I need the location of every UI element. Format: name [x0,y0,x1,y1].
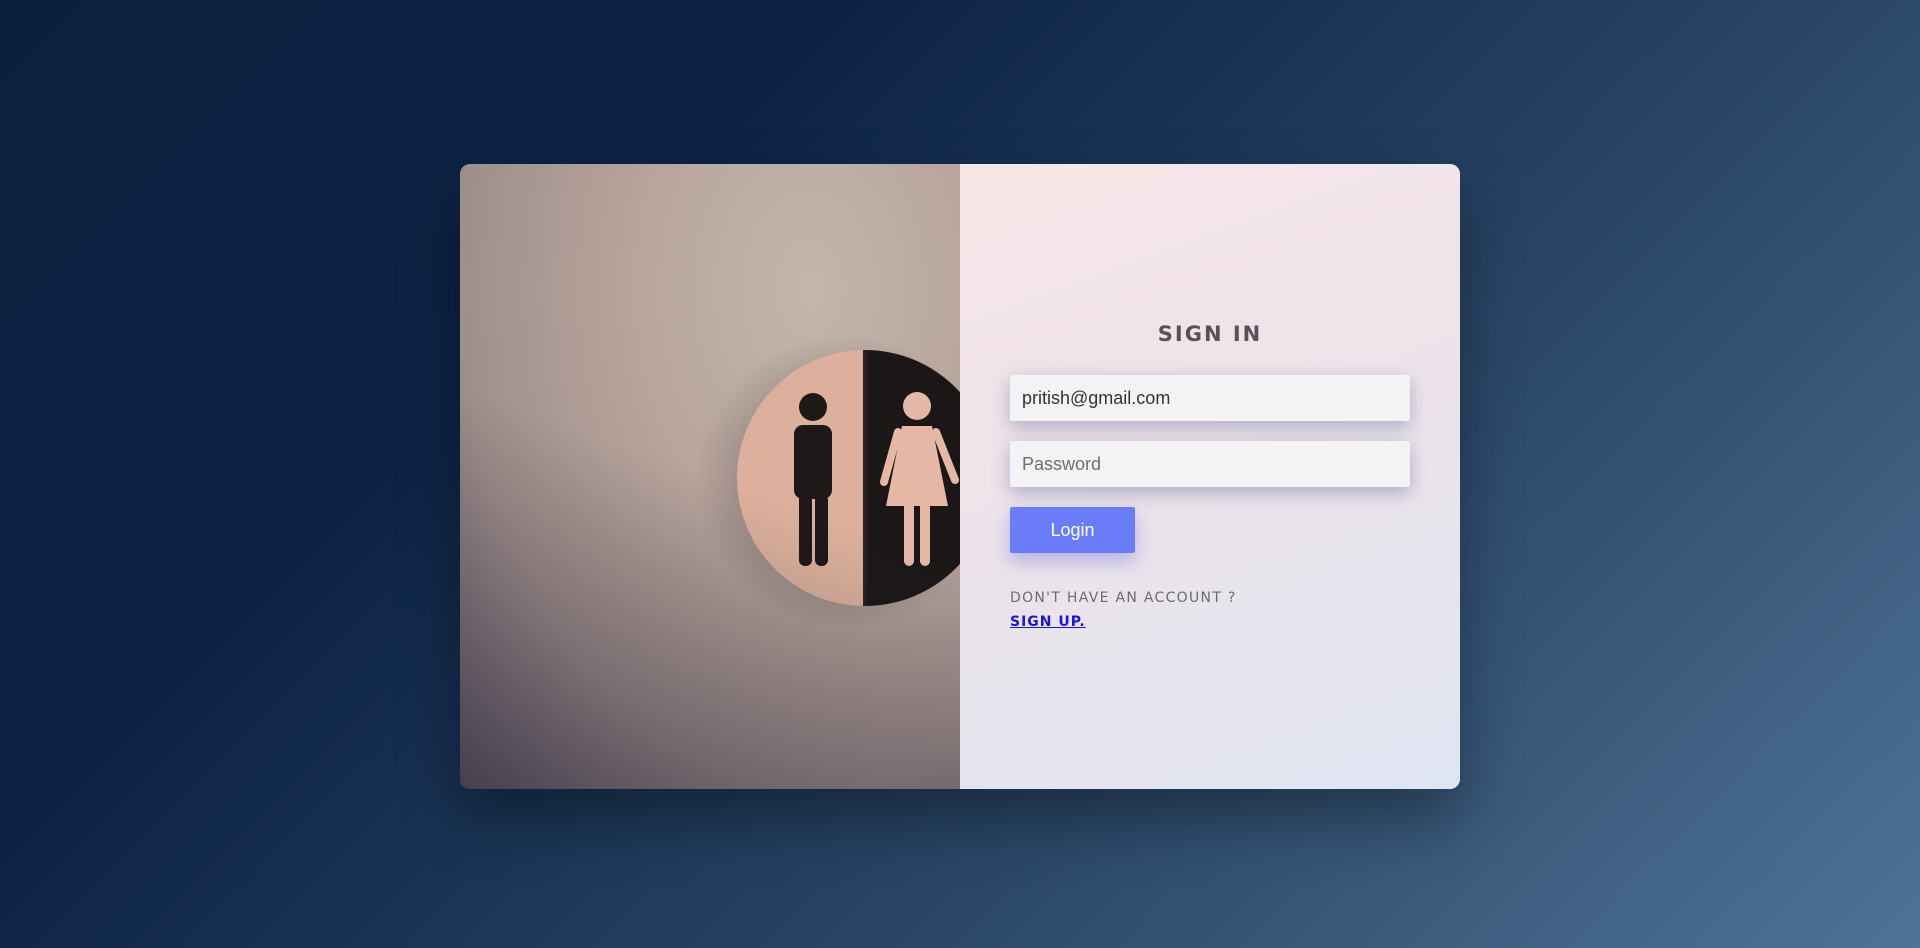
restroom-sign-icon [695,334,960,630]
password-field[interactable] [1010,441,1410,487]
no-account-text: DON'T HAVE AN ACCOUNT ? [1010,590,1237,606]
restroom-sign-image [460,164,960,789]
email-field[interactable] [1010,375,1410,421]
login-card: SIGN IN Login DON'T HAVE AN ACCOUNT ? SI… [460,164,1460,789]
page-title: SIGN IN [1157,322,1263,346]
sign-in-panel: SIGN IN Login DON'T HAVE AN ACCOUNT ? SI… [960,164,1460,789]
login-button[interactable]: Login [1010,507,1135,553]
sign-up-link[interactable]: SIGN UP. [1010,614,1086,630]
